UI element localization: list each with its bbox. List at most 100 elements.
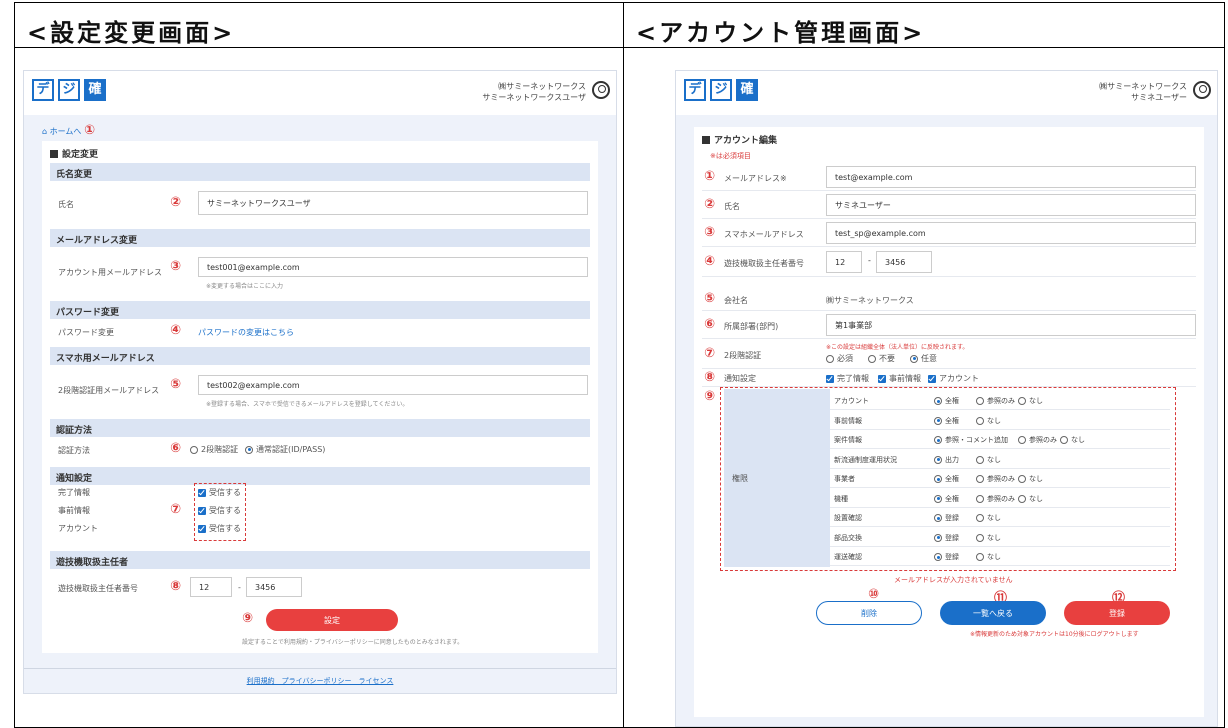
check-icon xyxy=(878,374,886,383)
row-dept: ⑥ 所属部署(部門) 第1事業部 xyxy=(702,311,1196,339)
mail-input[interactable]: test001@example.com xyxy=(198,257,588,277)
staff-number-a[interactable]: 12 xyxy=(190,577,232,597)
permission-row: 部品交換 登録 なし xyxy=(830,527,1170,547)
radio-icon xyxy=(976,553,984,561)
delete-button[interactable]: 削除 xyxy=(816,601,922,625)
row-smartphone: ③ スマホメールアドレス test_sp@example.com xyxy=(702,219,1196,247)
submit-button[interactable]: 設定 xyxy=(266,609,398,631)
permission-option[interactable]: 全権 xyxy=(934,396,959,406)
name-input[interactable]: サミネユーザー xyxy=(826,194,1196,216)
notify-pre[interactable]: 事前情報 xyxy=(878,373,921,384)
permission-option[interactable]: 参照のみ xyxy=(976,474,1015,484)
permission-option[interactable]: なし xyxy=(1018,396,1043,406)
smartphone-mail-input[interactable]: test002@example.com xyxy=(198,375,588,395)
permission-option[interactable]: なし xyxy=(976,513,1001,523)
back-to-list-button[interactable]: 一覧へ戻る xyxy=(940,601,1046,625)
permission-option[interactable]: なし xyxy=(976,416,1001,426)
section-staff: 遊技機取扱主任者 xyxy=(50,551,590,569)
radio-label: 全権 xyxy=(945,397,959,405)
permission-option[interactable]: なし xyxy=(1018,494,1043,504)
permission-option[interactable]: なし xyxy=(1060,435,1085,445)
row-notify: ⑧ 通知設定 完了情報 事前情報 アカウント xyxy=(702,369,1196,387)
label-company: 会社名 xyxy=(724,296,748,305)
register-button[interactable]: 登録 xyxy=(1064,601,1170,625)
permission-option[interactable]: なし xyxy=(976,455,1001,465)
permission-option[interactable]: 登録 xyxy=(934,533,959,543)
agreement-note: 設定することで利用規約・プライバシーポリシーに同意したものとみなされます。 xyxy=(242,639,464,646)
permission-row: 案件情報 参照・コメント追加 参照のみ なし xyxy=(830,430,1170,449)
radio-label: 登録 xyxy=(945,553,959,561)
permission-option[interactable]: 全権 xyxy=(934,416,959,426)
annotation-number: ⑥ xyxy=(704,317,716,332)
panel-title: <設定変更画面> xyxy=(27,19,236,47)
label-smartphone: スマホメールアドレス xyxy=(724,230,804,239)
radio-icon xyxy=(1060,436,1068,444)
radio-label: 不要 xyxy=(879,354,895,363)
permission-option[interactable]: なし xyxy=(1018,474,1043,484)
auth-option-normal[interactable]: 通常認証(ID/PASS) xyxy=(245,444,325,455)
user-icon[interactable] xyxy=(592,81,610,99)
dept-input[interactable]: 第1事業部 xyxy=(826,314,1196,336)
permission-option[interactable]: 参照のみ xyxy=(976,396,1015,406)
header: デ ジ 確 ㈱サミーネットワークス サミーネットワークスユーザ xyxy=(24,71,616,115)
permission-option[interactable]: 出力 xyxy=(934,455,959,465)
mail-input[interactable]: test@example.com xyxy=(826,166,1196,188)
permission-option[interactable]: なし xyxy=(976,552,1001,562)
radio-icon xyxy=(976,475,984,483)
annotation-number: ⑤ xyxy=(704,291,716,306)
annotation-number: ① xyxy=(83,123,95,138)
permission-option[interactable]: 参照のみ xyxy=(1018,435,1057,445)
radio-label: 参照・コメント追加 xyxy=(945,436,1008,444)
name-input[interactable]: サミーネットワークスユーザ xyxy=(198,191,588,215)
smartphone-mail-input[interactable]: test_sp@example.com xyxy=(826,222,1196,244)
auth-option-2fa[interactable]: 2段階認証 xyxy=(190,444,238,455)
row-mail: ① メールアドレス※ test@example.com xyxy=(702,163,1196,191)
permission-option[interactable]: なし xyxy=(976,533,1001,543)
account-card: アカウント編集 ※は必須項目 ① メールアドレス※ test@example.c… xyxy=(694,127,1204,717)
auth-option-optional[interactable]: 任意 xyxy=(910,353,937,364)
card-title-text: アカウント編集 xyxy=(714,136,778,146)
radio-icon xyxy=(826,354,834,363)
staff-number-b[interactable]: 3456 xyxy=(246,577,302,597)
notify-complete[interactable]: 完了情報 xyxy=(826,373,869,384)
permission-option[interactable]: 参照・コメント追加 xyxy=(934,435,1008,445)
permission-option[interactable]: 登録 xyxy=(934,513,959,523)
permission-option[interactable]: 全権 xyxy=(934,494,959,504)
label-auth: 2段階認証 xyxy=(724,351,762,360)
permission-option[interactable]: 全権 xyxy=(934,474,959,484)
radio-icon xyxy=(934,436,942,444)
label-auth: 認証方法 xyxy=(58,446,90,455)
annotation-number: ⑨ xyxy=(242,611,254,626)
breadcrumb[interactable]: ⌂ ホームへ ① xyxy=(42,123,95,138)
radio-icon xyxy=(934,416,942,425)
permission-option[interactable]: 参照のみ xyxy=(976,494,1015,504)
notify-account[interactable]: アカウント xyxy=(928,373,979,384)
checkbox-label: アカウント xyxy=(939,374,979,383)
radio-icon xyxy=(245,445,253,454)
password-change-link[interactable]: パスワードの変更はこちら xyxy=(198,327,294,338)
row-notify-account: アカウント 受信する xyxy=(50,523,590,539)
radio-icon xyxy=(976,494,984,503)
check-icon xyxy=(826,374,834,383)
label-staff: 遊技機取扱主任者番号 xyxy=(724,259,804,268)
row-auth: 認証方法 ⑥ 2段階認証 通常認証(ID/PASS) xyxy=(50,441,590,461)
annotation-number: ② xyxy=(170,195,182,210)
auth-option-unneeded[interactable]: 不要 xyxy=(868,353,895,364)
row-mail: アカウント用メールアドレス ③ test001@example.com ※変更す… xyxy=(50,255,590,293)
radio-icon xyxy=(934,397,942,405)
required-note: ※は必須項目 xyxy=(710,152,751,160)
settings-panel-frame: <設定変更画面> デ ジ 確 ㈱サミーネットワークス サミーネットワークスユーザ… xyxy=(14,2,624,728)
permission-row: 運送確認 登録 なし xyxy=(830,547,1170,566)
footer-links[interactable]: 利用規約 プライバシーポリシー ライセンス xyxy=(24,669,616,693)
radio-icon xyxy=(976,455,984,464)
radio-icon xyxy=(976,416,984,425)
auth-option-required[interactable]: 必須 xyxy=(826,353,853,364)
radio-label: 参照のみ xyxy=(1029,436,1057,444)
section-password: パスワード変更 xyxy=(50,301,590,319)
staff-number-b[interactable]: 3456 xyxy=(876,251,932,273)
breadcrumb-home[interactable]: ホームへ xyxy=(50,127,82,136)
user-icon[interactable] xyxy=(1193,81,1211,99)
checkbox-label: 事前情報 xyxy=(889,374,921,383)
staff-number-a[interactable]: 12 xyxy=(826,251,862,273)
permission-option[interactable]: 登録 xyxy=(934,552,959,562)
